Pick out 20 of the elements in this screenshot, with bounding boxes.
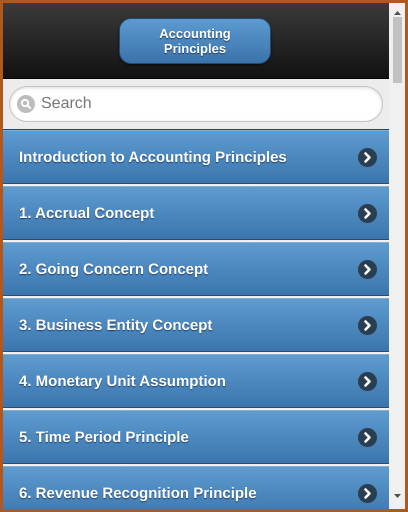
chevron-right-icon [358, 428, 377, 446]
chevron-right-icon [358, 148, 377, 166]
scroll-up-arrow-icon[interactable] [394, 11, 400, 15]
chevron-right-icon [358, 372, 377, 390]
search-icon [17, 95, 35, 113]
scroll-down-arrow-icon[interactable] [394, 494, 400, 498]
title-button[interactable]: Accounting Principles [119, 18, 271, 64]
list-item[interactable]: 5. Time Period Principle [3, 410, 389, 464]
list-item[interactable]: 3. Business Entity Concept [3, 298, 389, 352]
chevron-right-icon [358, 316, 377, 334]
list-item[interactable]: 6. Revenue Recognition Principle [3, 466, 389, 509]
search-field[interactable]: Search [9, 86, 383, 122]
list-item[interactable]: 4. Monetary Unit Assumption [3, 354, 389, 408]
chevron-right-icon [358, 484, 377, 502]
list-item[interactable]: 2. Going Concern Concept [3, 242, 389, 296]
list-item[interactable]: Introduction to Accounting Principles [3, 130, 389, 184]
chevron-right-icon [358, 260, 377, 278]
chevron-right-icon [358, 204, 377, 222]
scrollbar-thumb[interactable] [392, 17, 402, 83]
list-item[interactable]: 1. Accrual Concept [3, 186, 389, 240]
